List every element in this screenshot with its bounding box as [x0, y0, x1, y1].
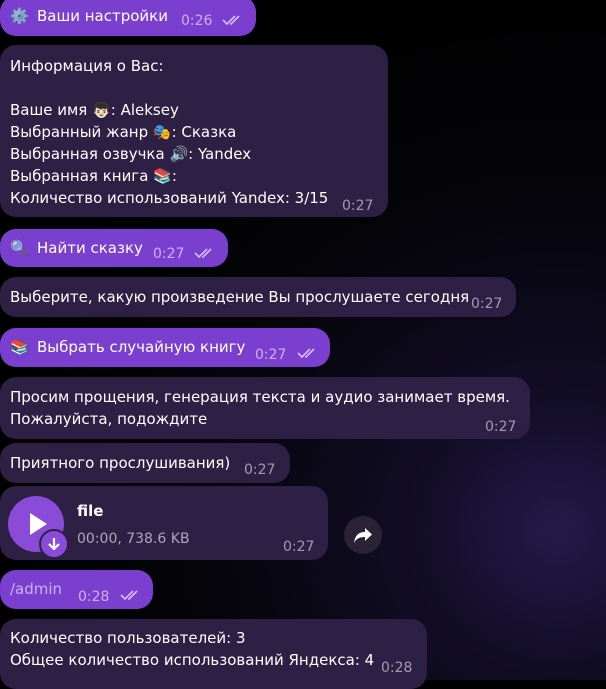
message-time: 0:27 — [244, 462, 276, 478]
message-time: 0:27 — [283, 539, 315, 555]
info-usage-row: Количество использований Yandex: 3/15 — [10, 189, 329, 207]
message-time: 0:27 — [471, 296, 503, 312]
info-genre-row: Выбранный жанр 🎭: Сказка — [10, 123, 237, 141]
message-find-tale[interactable]: 🔍 Найти сказку 0:27 — [0, 229, 228, 267]
message-choose: Выберите, какую произведение Вы прослуша… — [0, 277, 516, 317]
message-text: Найти сказку — [37, 239, 143, 257]
message-text: Приятного прослушивания) — [10, 454, 231, 472]
sorry-line-1: Просим прощения, генерация текста и ауди… — [10, 388, 510, 406]
stats-line-1: Количество пользователей: 3 — [10, 629, 246, 647]
download-icon — [48, 538, 60, 551]
message-time: 0:27 — [342, 198, 374, 214]
message-text: /admin — [10, 580, 63, 598]
books-icon: 📚 — [10, 338, 29, 356]
books-icon: 📚 — [153, 167, 172, 185]
info-name-row: Ваше имя 👦🏻: Aleksey — [10, 101, 179, 119]
info-title: Информация о Вас: — [10, 57, 164, 75]
download-button[interactable] — [39, 529, 69, 559]
message-audio-file: file 00:00, 738.6 KB 0:27 — [0, 486, 328, 560]
message-text: Выберите, какую произведение Вы прослуша… — [10, 288, 470, 306]
message-admin[interactable]: /admin 0:28 — [0, 570, 153, 609]
message-time: 0:28 — [381, 660, 413, 676]
info-book-row: Выбранная книга 📚: — [10, 167, 177, 185]
message-time: 0:26 — [181, 13, 213, 29]
speaker-icon: 🔊 — [169, 145, 189, 163]
double-check-icon — [222, 15, 240, 26]
audio-meta: 00:00, 738.6 KB — [77, 531, 190, 547]
stats-line-2: Общее количество использований Яндекса: … — [10, 651, 375, 669]
message-settings[interactable]: ⚙️ Ваши настройки 0:26 — [0, 0, 256, 36]
message-time: 0:27 — [153, 246, 185, 262]
message-info: Информация о Вас: Ваше имя 👦🏻: Aleksey В… — [0, 45, 388, 217]
forward-button[interactable] — [344, 516, 382, 554]
sorry-line-2: Пожалуйста, подождите — [10, 410, 208, 428]
message-random-book[interactable]: 📚 Выбрать случайную книгу 0:27 — [0, 328, 330, 367]
message-text: Выбрать случайную книгу — [37, 338, 246, 356]
double-check-icon — [194, 248, 212, 259]
message-time: 0:27 — [485, 419, 517, 435]
message-time: 0:27 — [255, 347, 287, 363]
double-check-icon — [120, 590, 138, 601]
gear-icon: ⚙️ — [10, 7, 29, 25]
theater-masks-icon: 🎭 — [152, 123, 172, 141]
double-check-icon — [297, 348, 315, 359]
message-time: 0:28 — [78, 589, 110, 605]
message-enjoy: Приятного прослушивания) 0:27 — [0, 443, 290, 483]
search-icon: 🔍 — [10, 239, 29, 257]
message-stats: Количество пользователей: 3 Общее количе… — [0, 619, 427, 689]
boy-emoji-icon: 👦🏻 — [92, 101, 111, 119]
forward-icon — [354, 528, 372, 543]
audio-title: file — [77, 502, 104, 520]
info-voice-row: Выбранная озвучка 🔊: Yandex — [10, 145, 252, 163]
message-text: Ваши настройки — [37, 7, 168, 25]
message-sorry: Просим прощения, генерация текста и ауди… — [0, 377, 530, 439]
